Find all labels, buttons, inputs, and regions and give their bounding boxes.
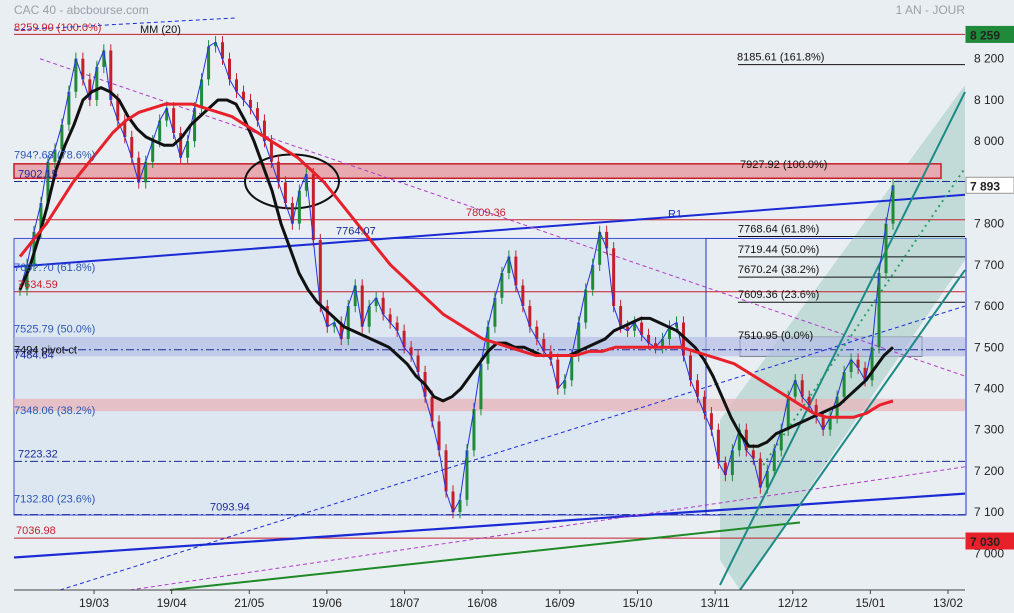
- level-label-7945: 794?.68 (78.6%): [14, 150, 95, 162]
- y-tick-label: 7 800: [974, 217, 1004, 231]
- level-label-7764: 7764.07: [336, 225, 376, 237]
- x-tick-label: 19/06: [312, 596, 342, 610]
- x-tick-label: 18/07: [390, 596, 420, 610]
- level-label-7634: 7634.59: [18, 279, 58, 291]
- price-badge-label: 8 259: [970, 28, 1000, 42]
- x-tick-label: 19/03: [79, 596, 109, 610]
- x-tick-label: 13/11: [701, 596, 730, 610]
- level-label-7132: 7132.80 (23.6%): [14, 494, 95, 506]
- pivot-label: 7494 pivot-ct: [14, 345, 77, 357]
- fib-label-38: 7670.24 (38.2%): [738, 264, 819, 276]
- fib-label-0: 7510.95 (0.0%): [738, 330, 813, 342]
- y-tick-label: 7 300: [974, 423, 1004, 437]
- chart-title: CAC 40 - abcbourse.com: [14, 3, 149, 17]
- y-tick-label: 7 700: [974, 258, 1004, 272]
- fib-label-61: 7768.64 (61.8%): [738, 224, 819, 236]
- level-label-7036: 7036.98: [16, 525, 56, 537]
- support-band: [14, 398, 965, 412]
- chart-window: CAC 40 - abcbourse.com 1 AN - JOUR 8185.…: [0, 0, 1014, 613]
- price-badge-label: 7 030: [970, 535, 1000, 549]
- y-tick-label: 7 600: [974, 299, 1004, 313]
- x-tick-label: 15/01: [855, 596, 885, 610]
- top-left-level-label: 8259.90 (100.0%): [14, 22, 101, 34]
- y-tick-label: 8 100: [974, 93, 1004, 107]
- level-label-7348: 7348.06 (38.2%): [14, 405, 95, 417]
- level-label-7223: 7223.32: [18, 448, 58, 460]
- level-label-7695: 769?.?0 (61.8%): [14, 262, 95, 274]
- fib-label-50: 7719.44 (50.0%): [738, 244, 819, 256]
- x-tick-label: 12/12: [778, 596, 808, 610]
- x-tick-label: 16/09: [545, 596, 575, 610]
- y-tick-label: 7 400: [974, 381, 1004, 395]
- y-tick-label: 8 000: [974, 134, 1004, 148]
- x-tick-label: 15/10: [622, 596, 652, 610]
- x-tick-label: 13/02: [933, 596, 963, 610]
- price-badge-label: 7 893: [970, 179, 1000, 193]
- r1-label: R1: [668, 208, 682, 220]
- x-tick-label: 21/05: [234, 596, 264, 610]
- level-label-7093: 7093.94: [210, 502, 250, 514]
- level-label-7525: 7525.79 (50.0%): [14, 324, 95, 336]
- y-tick-label: 7 100: [974, 505, 1004, 519]
- level-label-7809: 7809.36: [466, 207, 506, 219]
- x-tick-label: 16/08: [467, 596, 497, 610]
- fib-label-100: 7927.92 (100.0%): [740, 159, 827, 171]
- y-tick-label: 7 200: [974, 464, 1004, 478]
- fib-label-23: 7609.36 (23.6%): [738, 289, 819, 301]
- fib-label-161: 8185.61 (161.8%): [737, 52, 824, 64]
- x-tick-label: 19/04: [157, 596, 187, 610]
- y-tick-label: 7 500: [974, 340, 1004, 354]
- retracement-box-left: [13, 237, 707, 516]
- moving-average-legend: MM (20): [140, 24, 181, 36]
- period-label: 1 AN - JOUR: [896, 3, 966, 17]
- candlestick-chart: CAC 40 - abcbourse.com 1 AN - JOUR 8185.…: [0, 0, 1014, 613]
- y-tick-label: 8 200: [974, 52, 1004, 66]
- level-label-7902: 7902.15: [18, 169, 58, 181]
